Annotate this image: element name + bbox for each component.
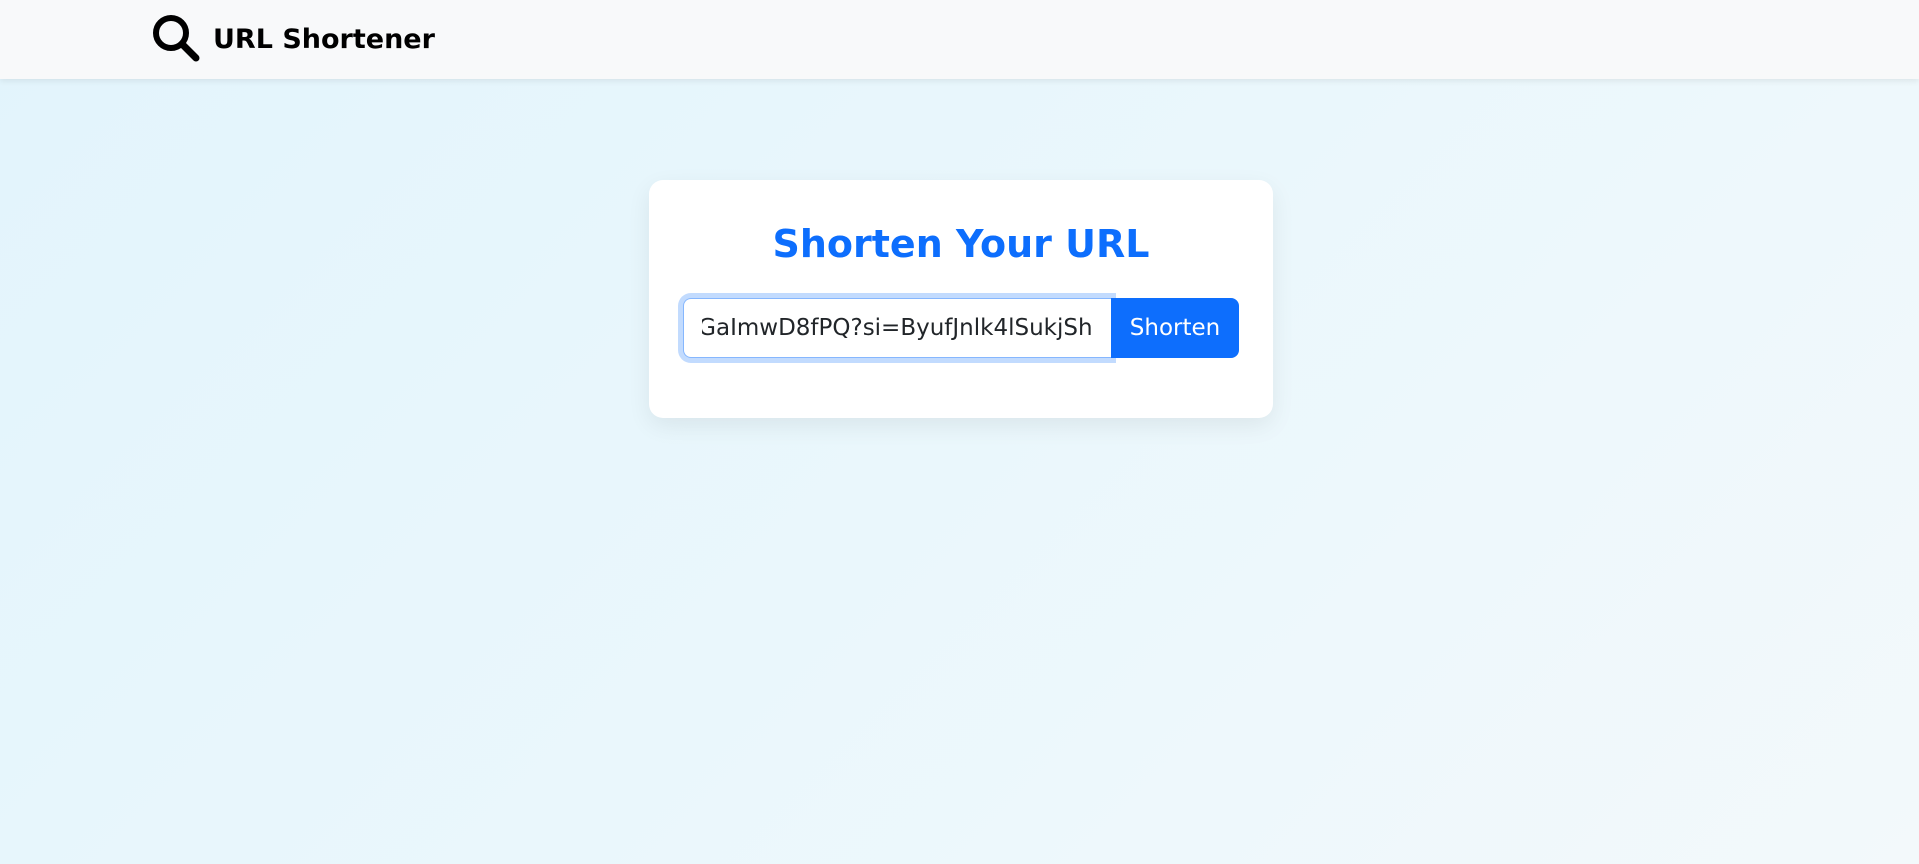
url-input[interactable] <box>683 298 1111 358</box>
app-title: URL Shortener <box>213 24 435 55</box>
search-icon <box>150 12 202 68</box>
card-heading: Shorten Your URL <box>772 222 1150 266</box>
shorten-form: Shorten <box>683 298 1239 358</box>
shorten-button[interactable]: Shorten <box>1111 298 1239 358</box>
shorten-card: Shorten Your URL Shorten <box>649 180 1273 418</box>
brand[interactable]: URL Shortener <box>150 12 435 68</box>
navbar: URL Shortener <box>0 0 1919 79</box>
